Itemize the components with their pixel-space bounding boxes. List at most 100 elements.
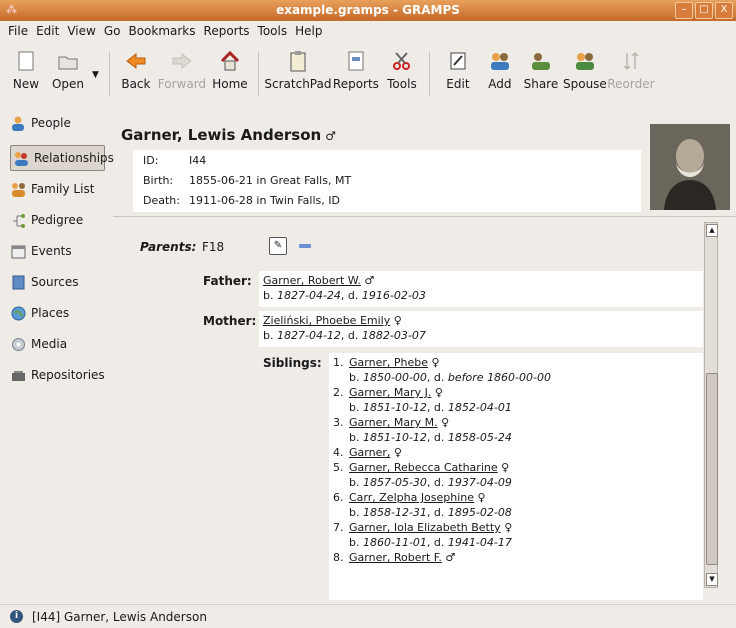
father-box: Garner, Robert W. ♂ b. 1827-04-24, d. 19…: [259, 271, 703, 307]
scroll-up-arrow-icon[interactable]: ▲: [706, 224, 718, 237]
forward-button[interactable]: Forward: [156, 42, 208, 104]
sibling-3: 3. Garner, Mary M. ♀: [333, 415, 450, 430]
sibling-5-dates: b. 1857-05-30, d. 1937-04-09: [349, 476, 512, 489]
toolbar-separator: [108, 52, 110, 96]
family-id: F18: [202, 240, 225, 254]
scratchpad-button[interactable]: ScratchPad: [264, 42, 331, 104]
menu-go[interactable]: Go: [100, 24, 125, 38]
spouse-button[interactable]: Spouse: [562, 42, 608, 104]
window-title: example.gramps - GRAMPS: [276, 3, 460, 17]
home-icon: [219, 50, 241, 72]
sibling-name-link[interactable]: Garner, Rebecca Catharine: [349, 460, 498, 475]
sidebar-item-sources[interactable]: Sources: [10, 269, 78, 295]
open-dropdown-arrow-icon[interactable]: ▼: [92, 70, 99, 80]
spouse-icon: [574, 50, 596, 72]
minimize-button[interactable]: –: [675, 2, 693, 19]
pedigree-icon: [10, 212, 26, 228]
sidebar-item-events[interactable]: Events: [10, 238, 72, 264]
relationships-view: Garner, Lewis Anderson ♂ ID: I44 Birth: 185…: [113, 110, 736, 602]
header-divider: [113, 216, 736, 217]
status-bar: i [I44] Garner, Lewis Anderson: [0, 604, 736, 628]
scroll-down-arrow-icon[interactable]: ▼: [706, 573, 718, 586]
relationships-icon: [14, 150, 29, 166]
menu-bar: File Edit View Go Bookmarks Reports Tool…: [0, 21, 736, 41]
events-icon: [10, 243, 26, 259]
sidebar-item-media[interactable]: Media: [10, 331, 67, 357]
sibling-name-link[interactable]: Garner, Mary J.: [349, 385, 431, 400]
open-button[interactable]: Open: [46, 42, 90, 104]
person-name: Garner, Lewis Anderson: [121, 126, 322, 144]
family-content: Parents: F18 ✎ Father: Garner, Robert W.…: [113, 220, 703, 600]
sources-icon: [10, 274, 26, 290]
menu-file[interactable]: File: [4, 24, 32, 38]
sidebar-item-family-list[interactable]: Family List: [10, 176, 94, 202]
info-icon: i: [10, 610, 23, 623]
menu-tools[interactable]: Tools: [254, 24, 292, 38]
title-bar: ⁂ example.gramps - GRAMPS – □ X: [0, 0, 736, 21]
edit-button[interactable]: Edit: [436, 42, 480, 104]
sibling-name-link[interactable]: Garner, Phebe: [349, 355, 428, 370]
father-name-link[interactable]: Garner, Robert W.: [263, 274, 361, 287]
repositories-icon: [10, 367, 26, 383]
sibling-7: 7. Garner, Iola Elizabeth Betty ♀: [333, 520, 513, 535]
toolbar-separator: [428, 52, 430, 96]
close-button[interactable]: X: [715, 2, 733, 19]
scrollbar-thumb[interactable]: [706, 373, 718, 565]
menu-reports[interactable]: Reports: [200, 24, 254, 38]
sibling-name-link[interactable]: Garner, Iola Elizabeth Betty: [349, 520, 501, 535]
sidebar-item-repositories[interactable]: Repositories: [10, 362, 105, 388]
add-button[interactable]: Add: [480, 42, 520, 104]
sidebar-item-relationships[interactable]: Relationships: [10, 145, 114, 171]
edit-family-icon[interactable]: ✎: [269, 237, 287, 255]
sibling-name-link[interactable]: Garner, Mary M.: [349, 415, 438, 430]
sibling-name-link[interactable]: Garner,: [349, 445, 390, 460]
sibling-name-link[interactable]: Garner, Robert F.: [349, 550, 442, 565]
sidebar-item-places[interactable]: Places: [10, 300, 69, 326]
sibling-1-dates: b. 1850-00-00, d. before 1860-00-00: [349, 371, 551, 384]
home-button[interactable]: Home: [208, 42, 252, 104]
edit-pencil-icon: [447, 50, 469, 72]
vertical-scrollbar[interactable]: ▲ ▼: [704, 222, 718, 588]
person-info-box: ID: I44 Birth: 1855-06-21 in Great Falls, …: [133, 150, 641, 212]
share-button[interactable]: Share: [520, 42, 562, 104]
add-person-icon: [489, 50, 511, 72]
remove-family-icon[interactable]: [299, 244, 311, 248]
open-folder-icon: [57, 50, 79, 72]
sibling-2: 2. Garner, Mary J. ♀: [333, 385, 443, 400]
back-arrow-icon: [125, 50, 147, 72]
sibling-name-link[interactable]: Carr, Zelpha Josephine: [349, 490, 474, 505]
scissors-tools-icon: [391, 50, 413, 72]
tools-button[interactable]: Tools: [381, 42, 423, 104]
reorder-button[interactable]: Reorder: [607, 42, 655, 104]
share-person-icon: [530, 50, 552, 72]
death-row: Death: 1911-06-28 in Twin Falls, ID: [143, 194, 340, 207]
menu-view[interactable]: View: [63, 24, 99, 38]
places-globe-icon: [10, 305, 26, 321]
person-photo[interactable]: [650, 124, 730, 210]
person-header: Garner, Lewis Anderson ♂: [121, 126, 336, 144]
sidebar-item-pedigree[interactable]: Pedigree: [10, 207, 83, 233]
menu-edit[interactable]: Edit: [32, 24, 63, 38]
new-button[interactable]: New: [6, 42, 46, 104]
birth-row: Birth: 1855-06-21 in Great Falls, MT: [143, 174, 352, 187]
parents-label: Parents:: [140, 240, 197, 254]
mother-label: Mother:: [203, 314, 257, 328]
mother-name-link[interactable]: Zieliński, Phoebe Emily: [263, 314, 390, 327]
clipboard-icon: [287, 50, 309, 72]
menu-bookmarks[interactable]: Bookmarks: [124, 24, 199, 38]
report-document-icon: [345, 50, 367, 72]
sibling-7-dates: b. 1860-11-01, d. 1941-04-17: [349, 536, 512, 549]
maximize-button[interactable]: □: [695, 2, 713, 19]
id-row: ID: I44: [143, 154, 207, 167]
sibling-6-dates: b. 1858-12-31, d. 1895-02-08: [349, 506, 512, 519]
toolbar-separator: [257, 52, 259, 96]
siblings-box: 1. Garner, Phebe ♀ b. 1850-00-00, d. befo…: [329, 353, 703, 600]
menu-help[interactable]: Help: [291, 24, 326, 38]
sibling-4: 4. Garner, ♀: [333, 445, 402, 460]
window-controls: – □ X: [675, 2, 733, 19]
sidebar-item-people[interactable]: People: [10, 110, 71, 136]
sibling-8: 8. Garner, Robert F. ♂: [333, 550, 456, 565]
back-button[interactable]: Back: [116, 42, 156, 104]
mother-box: Zieliński, Phoebe Emily ♀ b. 1827-04-12,…: [259, 311, 703, 347]
reports-button[interactable]: Reports: [331, 42, 381, 104]
